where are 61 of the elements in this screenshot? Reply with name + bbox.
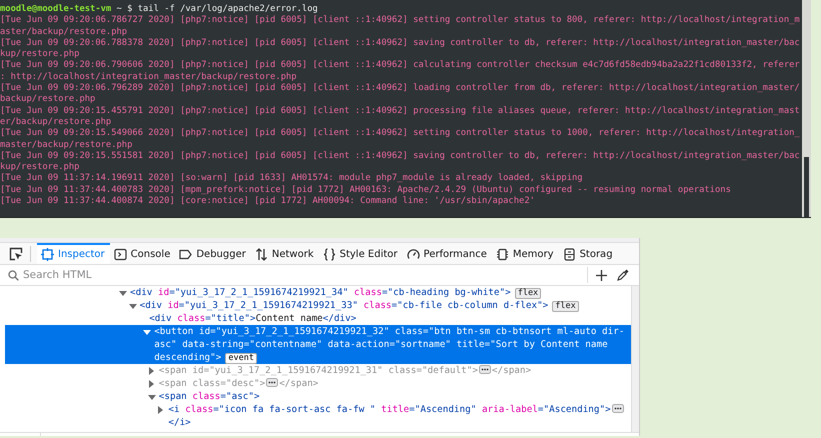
log-line: [Tue Jun 09 09:20:06.786727 2020] [php7:notice] [pid 6005] [client ::1:40962] setting controller status to 800, referer: http://localhost/integration_m bbox=[0, 15, 800, 26]
scrollbar[interactable] bbox=[802, 0, 811, 217]
collapse-triangle-icon[interactable] bbox=[148, 393, 156, 401]
devtools-tab[interactable]: Performance bbox=[402, 243, 492, 264]
markup-node[interactable]: <div id="yui_3_17_2_1_1591674219921_34" class="cb-heading bg-white"> flex bbox=[119, 286, 631, 299]
gauge-icon bbox=[406, 248, 420, 261]
expand-triangle-icon[interactable] bbox=[148, 367, 156, 375]
collapsed-content-icon[interactable] bbox=[266, 378, 278, 387]
console-icon bbox=[114, 248, 127, 261]
prompt-user: moodle@moodle-test-vm bbox=[0, 4, 112, 14]
search-field[interactable]: Search HTML bbox=[23, 269, 223, 281]
log-line: [Tue Jun 09 09:20:06.796289 2020] [php7:notice] [pid 6005] [client ::1:40962] loading controller from db, referer: http://localhost/integration_master/ bbox=[0, 83, 800, 94]
expand-triangle-icon[interactable] bbox=[148, 380, 156, 388]
markup-node[interactable]: <button id="yui_3_17_2_1_1591674219921_32" class="btn btn-sm cb-btnsort ml-auto dir-asc" data-string="contentname" data-action="sortname" title="Sort by Content name descending"> event bbox=[5, 325, 631, 364]
log-line: backup/restore.php bbox=[0, 94, 96, 104]
up-down-arrows-icon bbox=[254, 248, 268, 261]
markup-node[interactable]: <i class="icon fa fa-sort-asc fa-fw " title="Ascending" aria-label="Ascending"> </i> bbox=[157, 403, 631, 429]
eyedropper-icon[interactable] bbox=[617, 269, 629, 281]
log-line: [Tue Jun 09 11:37:44.400874 2020] [core:notice] [pid 1772] AH00094: Command line: '/usr/sbin/apache2' bbox=[0, 196, 535, 206]
collapsed-content-icon[interactable] bbox=[478, 365, 491, 374]
tag-icon bbox=[179, 248, 192, 261]
log-line: master/backup/restore.php bbox=[0, 140, 132, 150]
devtools-tab[interactable]: Inspector bbox=[37, 243, 110, 264]
collapse-triangle-icon[interactable] bbox=[143, 328, 152, 336]
log-line: [Tue Jun 09 09:20:15.455791 2020] [php7:notice] [pid 6005] [client ::1:40962] processing file aliases queue, referer: http://localhost/integration_mast bbox=[0, 106, 800, 116]
log-line: [Tue Jun 09 11:37:14.196911 2020] [so:warn] [pid 1633] AH01574: module php7_module is already loaded, skipping bbox=[0, 173, 583, 184]
devtools-tab[interactable]: Storag bbox=[558, 243, 618, 264]
log-line: [Tue Jun 09 09:20:15.549066 2020] [php7:notice] [pid 6005] [client ::1:40962] setting controller status to 1000, referer: http://localhost/integration_ bbox=[0, 128, 800, 138]
devtools-tab[interactable]: Console bbox=[110, 243, 176, 264]
collapse-triangle-icon[interactable] bbox=[128, 302, 137, 310]
markup-node[interactable]: <div class="title">Content name</div> bbox=[138, 312, 631, 325]
log-line: er/backup/restore.php bbox=[0, 116, 112, 127]
devtools-tab[interactable]: Debugger bbox=[175, 243, 251, 264]
node-badge[interactable]: event bbox=[225, 353, 257, 364]
log-line: : http://localhost/integration_master/backup/restore.php bbox=[0, 72, 297, 82]
devtools-tab[interactable]: Memory bbox=[492, 243, 559, 264]
log-line: [Tue Jun 09 09:20:15.551581 2020] [php7:notice] [pid 6005] [client ::1:40962] saving controller to db, referer: http://localhost/integration_master/bac bbox=[0, 150, 800, 161]
search-icon bbox=[8, 270, 19, 280]
cabinet-icon bbox=[562, 248, 576, 261]
shell-command: ~ $ tail -f /var/log/apache2/error.log bbox=[116, 4, 318, 14]
collapse-triangle-icon[interactable] bbox=[119, 289, 127, 297]
node-badge[interactable]: flex bbox=[514, 288, 542, 299]
expand-triangle-icon[interactable] bbox=[157, 406, 166, 414]
log-line: aster/backup/restore.php bbox=[0, 26, 128, 37]
inspector-icon bbox=[41, 248, 54, 261]
pick-element-icon[interactable] bbox=[9, 246, 23, 260]
markup-node[interactable]: <div id="yui_3_17_2_1_1591674219921_33" class="cb-file cb-column d-flex"> flex bbox=[128, 299, 631, 312]
braces-icon bbox=[322, 248, 336, 261]
log-line: kup/restore.php bbox=[0, 49, 80, 60]
markup-node[interactable]: <span class="asc"> bbox=[148, 390, 631, 403]
log-line: [Tue Jun 09 11:37:44.400783 2020] [mpm_prefork:notice] [pid 1772] AH00163: Apache/2.4.29 (Ubuntu) configured -- resuming normal operations bbox=[0, 184, 731, 195]
chip-icon bbox=[496, 248, 509, 261]
node-badge[interactable]: flex bbox=[552, 301, 579, 312]
log-line: [Tue Jun 09 09:20:06.790606 2020] [php7:notice] [pid 6005] [client ::1:40962] calculating controller checksum e4c7d6fd58edb94ba2a22f1cd80133f2, referer bbox=[0, 60, 800, 70]
devtools-tab[interactable]: Style Editor bbox=[318, 243, 403, 264]
log-line: kup/restore.php bbox=[0, 162, 80, 172]
devtools-tab[interactable]: Network bbox=[250, 243, 319, 264]
collapsed-content-icon[interactable] bbox=[612, 404, 624, 413]
log-line: [Tue Jun 09 09:20:06.788378 2020] [php7:notice] [pid 6005] [client ::1:40962] saving controller to db, referer: http://localhost/integration_master/bac bbox=[0, 38, 800, 48]
scrollbar[interactable] bbox=[631, 286, 639, 432]
add-icon[interactable] bbox=[596, 270, 607, 280]
